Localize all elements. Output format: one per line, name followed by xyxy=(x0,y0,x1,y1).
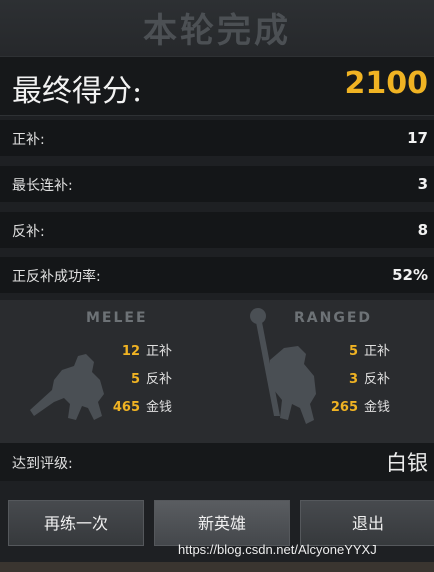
stat-label: 正补: xyxy=(12,132,45,148)
ranged-denies-value: 3 xyxy=(348,372,358,387)
melee-last-hits: 12 正补 xyxy=(108,340,172,359)
melee-creep-icon xyxy=(30,354,104,420)
stat-row-success-rate: 正反补成功率: 52% xyxy=(0,257,434,293)
stat-label: 反补: xyxy=(12,224,45,240)
ranged-creep-icon xyxy=(250,308,316,424)
final-score-label: 最终得分: xyxy=(12,74,143,109)
ranged-last-hits-value: 5 xyxy=(348,344,358,359)
page-title: 本轮完成 xyxy=(143,11,291,51)
bottom-strip xyxy=(0,562,434,572)
stat-row-denies: 反补: 8 xyxy=(0,212,434,248)
melee-gold-label: 金钱 xyxy=(146,400,173,415)
stat-label: 正反补成功率: xyxy=(12,269,101,285)
retry-button[interactable]: 再练一次 xyxy=(8,500,144,546)
new-hero-button[interactable]: 新英雄 xyxy=(154,500,290,546)
stat-value: 8 xyxy=(417,221,428,239)
rank-value: 白银 xyxy=(386,451,428,475)
ranged-gold-value: 265 xyxy=(330,400,358,415)
stat-value: 52% xyxy=(392,266,428,284)
exit-button[interactable]: 退出 xyxy=(300,500,434,546)
stat-row-longest-streak: 最长连补: 3 xyxy=(0,166,434,202)
stat-value: 17 xyxy=(407,129,428,147)
melee-last-hits-value: 12 xyxy=(121,344,140,359)
ranged-denies: 3 反补 xyxy=(326,368,390,387)
rank-label: 达到评级: xyxy=(12,456,73,472)
stat-value: 3 xyxy=(417,175,428,193)
ranged-gold-label: 金钱 xyxy=(364,400,391,415)
stat-row-last-hits: 正补: 17 xyxy=(0,120,434,156)
ranged-denies-label: 反补 xyxy=(364,372,391,387)
melee-denies-label: 反补 xyxy=(146,372,173,387)
title-bar: 本轮完成 xyxy=(0,0,434,56)
melee-gold: 465 金钱 xyxy=(108,396,172,415)
melee-title: MELEE xyxy=(86,310,148,326)
stat-label: 最长连补: xyxy=(12,178,73,194)
final-score-value: 2100 xyxy=(344,66,429,101)
rank-row: 达到评级: 白银 xyxy=(0,443,434,481)
creep-breakdown-panel: MELEE 12 正补 5 反补 465 金钱 RANGED 5 正补 3 反补 265 金… xyxy=(0,300,434,443)
melee-last-hits-label: 正补 xyxy=(146,344,173,359)
melee-gold-value: 465 xyxy=(112,400,140,415)
ranged-gold: 265 金钱 xyxy=(326,396,390,415)
watermark: https://blog.csdn.net/AlcyoneYYXJ xyxy=(178,542,377,557)
final-score-row: 最终得分: 2100 xyxy=(0,56,434,116)
ranged-last-hits: 5 正补 xyxy=(326,340,390,359)
melee-denies-value: 5 xyxy=(130,372,140,387)
ranged-last-hits-label: 正补 xyxy=(364,344,391,359)
melee-denies: 5 反补 xyxy=(108,368,172,387)
